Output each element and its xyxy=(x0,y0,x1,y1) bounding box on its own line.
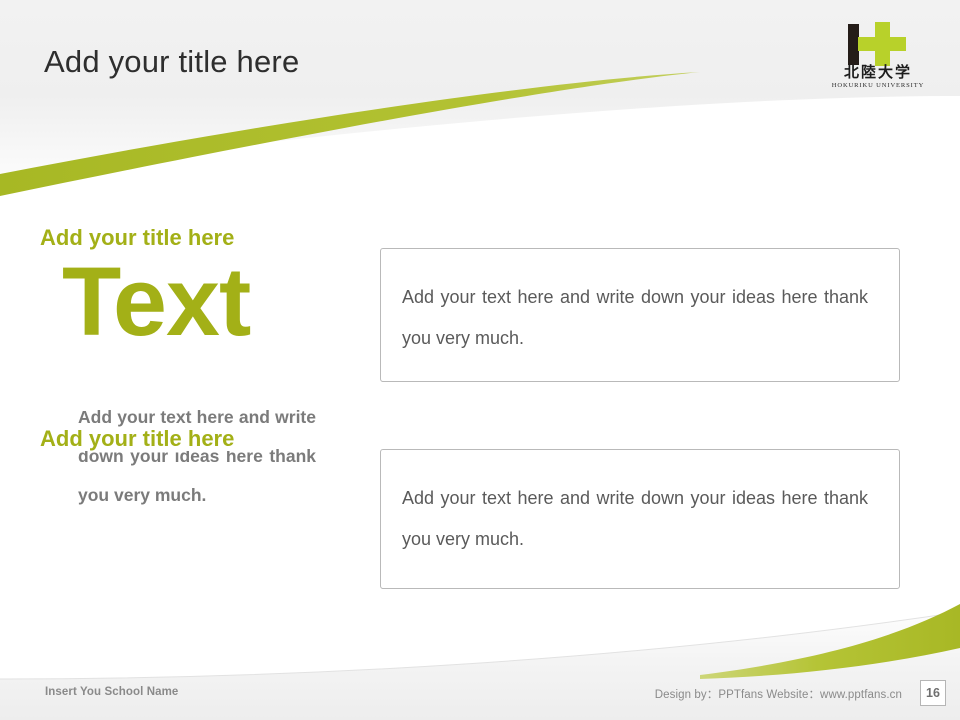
footer-divider-line xyxy=(0,611,960,680)
logo-cross-horizontal-shape xyxy=(858,37,906,51)
slide: Add your title here 北陸大学 HOKURIKU UNIVER… xyxy=(0,0,960,720)
footer-band xyxy=(0,612,960,720)
footer-school-name: Insert You School Name xyxy=(45,686,179,698)
university-logo: 北陸大学 HOKURIKU UNIVERSITY xyxy=(822,22,934,92)
header-band xyxy=(0,0,960,174)
page-number-badge: 16 xyxy=(920,680,946,706)
content-box-1-title: Add your title here xyxy=(30,226,245,250)
footer-green-swoosh xyxy=(700,604,960,679)
logo-mark-icon xyxy=(822,22,934,66)
footer-credit: Design by：PPTfans Website：www.pptfans.cn xyxy=(654,689,902,701)
logo-name-english: HOKURIKU UNIVERSITY xyxy=(831,82,925,89)
left-headline: Text xyxy=(62,247,251,356)
header-green-swoosh xyxy=(0,72,700,196)
content-box-2-body: Add your text here and write down your i… xyxy=(402,488,868,549)
content-box-2-title: Add your title here xyxy=(30,427,245,451)
page-title: Add your title here xyxy=(44,44,300,79)
content-box-1-body: Add your text here and write down your i… xyxy=(402,287,868,348)
left-body-text: Add your text here and write down your i… xyxy=(78,407,316,505)
logo-name-japanese: 北陸大学 xyxy=(843,63,912,81)
